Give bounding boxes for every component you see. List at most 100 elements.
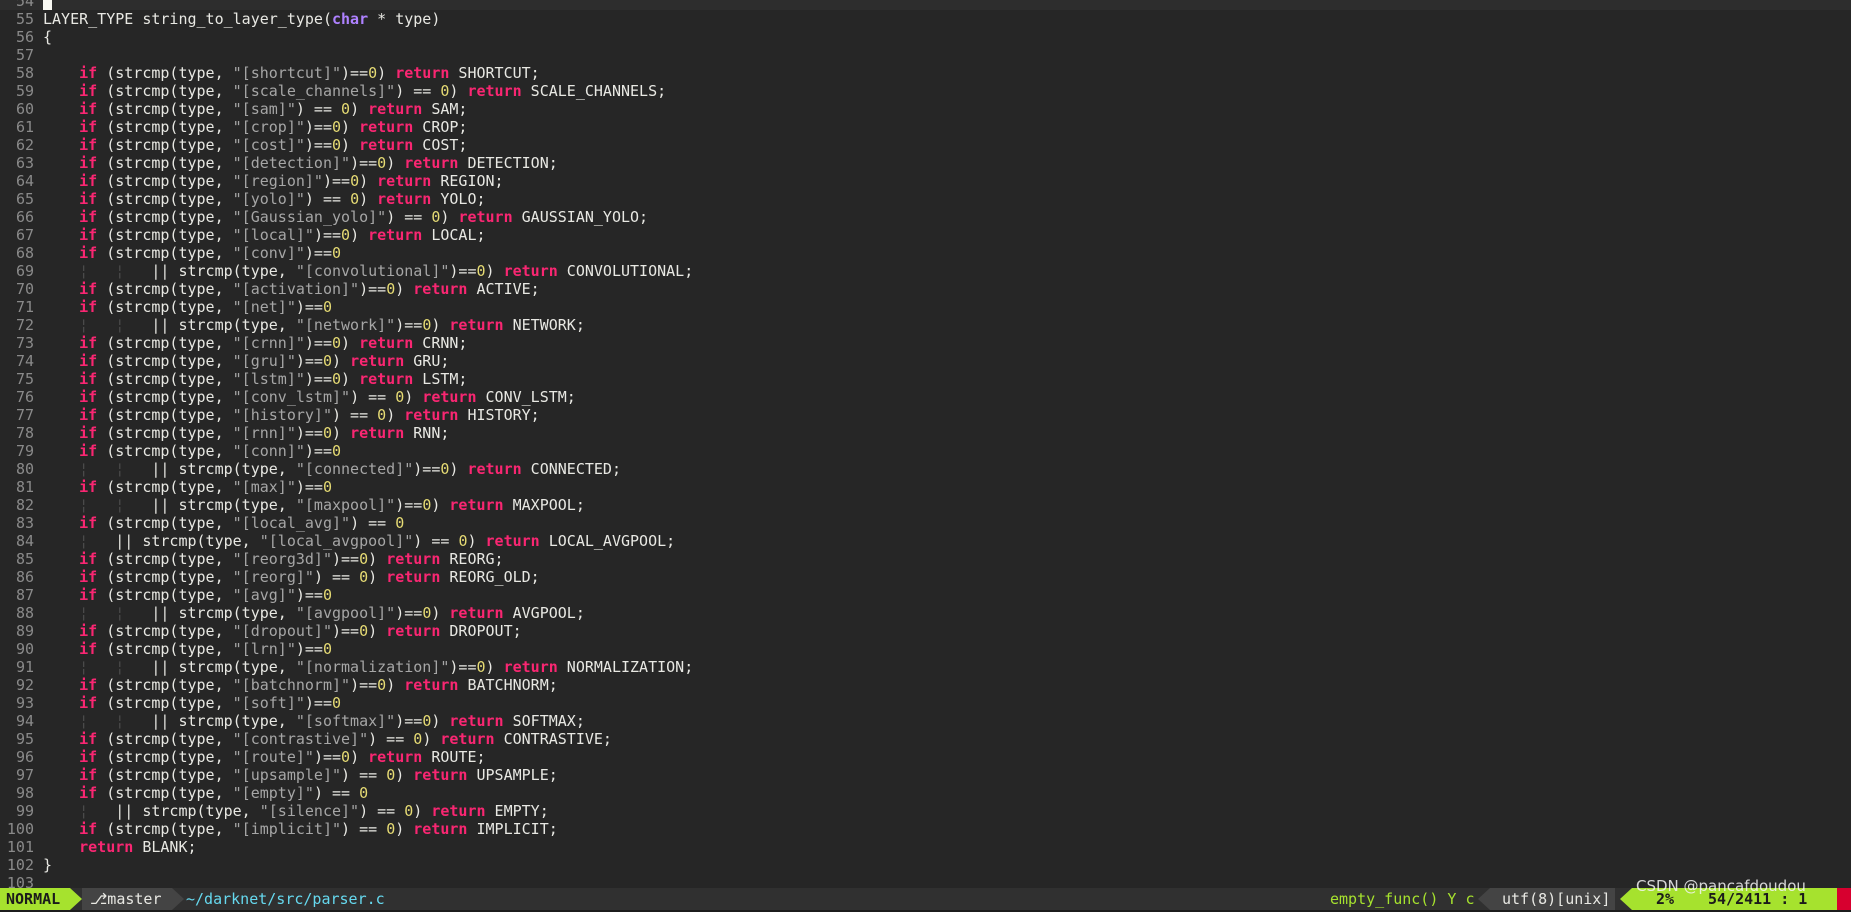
- code-line[interactable]: 55 LAYER_TYPE string_to_layer_type(char *…: [0, 10, 1851, 28]
- code-line[interactable]: 64 if (strcmp(type, "[region]")==0) retu…: [0, 172, 1851, 190]
- code-token: ) ==: [350, 514, 396, 532]
- code-line[interactable]: 84 ¦ || strcmp(type, "[local_avgpool]") …: [0, 532, 1851, 550]
- line-number: 57: [15, 46, 34, 64]
- code-line[interactable]: 60 if (strcmp(type, "[sam]") == 0) retur…: [0, 100, 1851, 118]
- code-line[interactable]: 56 {: [0, 28, 1851, 46]
- code-token: if: [79, 280, 98, 298]
- code-token: )==: [395, 712, 423, 730]
- code-token: ) ==: [341, 766, 387, 784]
- code-line[interactable]: 81 if (strcmp(type, "[max]")==0: [0, 478, 1851, 496]
- code-token: 0: [359, 622, 369, 640]
- code-token: if: [79, 748, 98, 766]
- code-line[interactable]: 97 if (strcmp(type, "[upsample]") == 0) …: [0, 766, 1851, 784]
- code-line[interactable]: 90 if (strcmp(type, "[lrn]")==0: [0, 640, 1851, 658]
- code-token: 0: [359, 784, 369, 802]
- code-line[interactable]: 66 if (strcmp(type, "[Gaussian_yolo]") =…: [0, 208, 1851, 226]
- code-line[interactable]: 100 if (strcmp(type, "[implicit]") == 0)…: [0, 820, 1851, 838]
- code-token: return: [449, 316, 504, 334]
- code-token: "[connected]": [295, 460, 414, 478]
- code-line[interactable]: 68 if (strcmp(type, "[conv]")==0: [0, 244, 1851, 262]
- code-token: (strcmp(type,: [97, 622, 233, 640]
- code-token: "[batchnorm]": [232, 676, 351, 694]
- code-line[interactable]: 71 if (strcmp(type, "[net]")==0: [0, 298, 1851, 316]
- code-token: return: [386, 568, 441, 586]
- code-line[interactable]: 93 if (strcmp(type, "[soft]")==0: [0, 694, 1851, 712]
- code-line[interactable]: 78 if (strcmp(type, "[rnn]")==0) return …: [0, 424, 1851, 442]
- code-text: if (strcmp(type, "[max]")==0: [43, 478, 332, 496]
- code-line[interactable]: 99 ¦ || strcmp(type, "[silence]") == 0) …: [0, 802, 1851, 820]
- code-token: YOLO;: [431, 190, 486, 208]
- code-line[interactable]: 89 if (strcmp(type, "[dropout]")==0) ret…: [0, 622, 1851, 640]
- code-line[interactable]: 87 if (strcmp(type, "[avg]")==0: [0, 586, 1851, 604]
- code-line[interactable]: 96 if (strcmp(type, "[route]")==0) retur…: [0, 748, 1851, 766]
- code-token: )==: [313, 226, 342, 244]
- code-token: ): [440, 208, 459, 226]
- code-token: 0: [341, 100, 351, 118]
- code-token: ) ==: [413, 532, 459, 550]
- code-line[interactable]: 92 if (strcmp(type, "[batchnorm]")==0) r…: [0, 676, 1851, 694]
- code-line[interactable]: 82 ¦ ¦ || strcmp(type, "[maxpool]")==0) …: [0, 496, 1851, 514]
- code-line[interactable]: 94 ¦ ¦ || strcmp(type, "[softmax]")==0) …: [0, 712, 1851, 730]
- code-text: if (strcmp(type, "[conv]")==0: [43, 244, 341, 262]
- code-token: 0: [322, 640, 332, 658]
- code-line[interactable]: 69 ¦ ¦ || strcmp(type, "[convolutional]"…: [0, 262, 1851, 280]
- code-token: return: [413, 820, 468, 838]
- code-token: )==: [332, 550, 360, 568]
- line-number: 96: [15, 748, 34, 766]
- code-line[interactable]: 74 if (strcmp(type, "[gru]")==0) return …: [0, 352, 1851, 370]
- code-line[interactable]: 54: [0, 0, 1851, 10]
- line-number: 63: [15, 154, 34, 172]
- code-token: if: [79, 766, 98, 784]
- code-line[interactable]: 59 if (strcmp(type, "[scale_channels]") …: [0, 82, 1851, 100]
- code-token: "[lrn]": [232, 640, 296, 658]
- code-line[interactable]: 83 if (strcmp(type, "[local_avg]") == 0: [0, 514, 1851, 532]
- code-token: "[local_avgpool]": [259, 532, 414, 550]
- code-line[interactable]: 95 if (strcmp(type, "[contrastive]") == …: [0, 730, 1851, 748]
- code-line[interactable]: 88 ¦ ¦ || strcmp(type, "[avgpool]")==0) …: [0, 604, 1851, 622]
- code-token: ): [404, 388, 423, 406]
- code-line[interactable]: 63 if (strcmp(type, "[detection]")==0) r…: [0, 154, 1851, 172]
- code-line[interactable]: 65 if (strcmp(type, "[yolo]") == 0) retu…: [0, 190, 1851, 208]
- code-line[interactable]: 58 if (strcmp(type, "[shortcut]")==0) re…: [0, 64, 1851, 82]
- code-line[interactable]: 75 if (strcmp(type, "[lstm]")==0) return…: [0, 370, 1851, 388]
- code-line[interactable]: 79 if (strcmp(type, "[conn]")==0: [0, 442, 1851, 460]
- code-token: )==: [395, 316, 423, 334]
- code-token: ): [332, 352, 351, 370]
- code-text: ¦ ¦ || strcmp(type, "[avgpool]")==0) ret…: [43, 604, 585, 622]
- code-token: SAM;: [422, 100, 468, 118]
- line-number: 73: [15, 334, 34, 352]
- line-number: 55: [15, 10, 34, 28]
- code-text: ¦ ¦ || strcmp(type, "[connected]")==0) r…: [43, 460, 621, 478]
- code-line[interactable]: 80 ¦ ¦ || strcmp(type, "[connected]")==0…: [0, 460, 1851, 478]
- code-line[interactable]: 102}: [0, 856, 1851, 874]
- line-number: 84: [15, 532, 34, 550]
- code-line[interactable]: 98 if (strcmp(type, "[empty]") == 0: [0, 784, 1851, 802]
- code-line[interactable]: 72 ¦ ¦ || strcmp(type, "[network]")==0) …: [0, 316, 1851, 334]
- code-token: "[avgpool]": [295, 604, 396, 622]
- code-line[interactable]: 76 if (strcmp(type, "[conv_lstm]") == 0)…: [0, 388, 1851, 406]
- code-line[interactable]: 86 if (strcmp(type, "[reorg]") == 0) ret…: [0, 568, 1851, 586]
- code-token: ): [332, 424, 351, 442]
- code-line[interactable]: 70 if (strcmp(type, "[activation]")==0) …: [0, 280, 1851, 298]
- code-token: || strcmp(type,: [151, 262, 296, 280]
- code-line[interactable]: 61 if (strcmp(type, "[crop]")==0) return…: [0, 118, 1851, 136]
- code-line[interactable]: 101 return BLANK;: [0, 838, 1851, 856]
- code-line[interactable]: 85 if (strcmp(type, "[reorg3d]")==0) ret…: [0, 550, 1851, 568]
- line-number: 99: [15, 802, 34, 820]
- code-line[interactable]: 73 if (strcmp(type, "[crnn]")==0) return…: [0, 334, 1851, 352]
- code-line[interactable]: 77 if (strcmp(type, "[history]") == 0) r…: [0, 406, 1851, 424]
- code-line[interactable]: 91 ¦ ¦ || strcmp(type, "[normalization]"…: [0, 658, 1851, 676]
- code-line[interactable]: 67 if (strcmp(type, "[local]")==0) retur…: [0, 226, 1851, 244]
- line-number: 77: [15, 406, 34, 424]
- code-text: if (strcmp(type, "[history]") == 0) retu…: [43, 406, 540, 424]
- code-editor[interactable]: 54 55 LAYER_TYPE string_to_layer_type(cha…: [0, 0, 1851, 892]
- code-token: return: [359, 136, 414, 154]
- code-line[interactable]: 62 if (strcmp(type, "[cost]")==0) return…: [0, 136, 1851, 154]
- code-token: DROPOUT;: [440, 622, 522, 640]
- code-line[interactable]: 57: [0, 46, 1851, 64]
- line-number: 62: [15, 136, 34, 154]
- code-token: ¦ ¦: [79, 262, 152, 280]
